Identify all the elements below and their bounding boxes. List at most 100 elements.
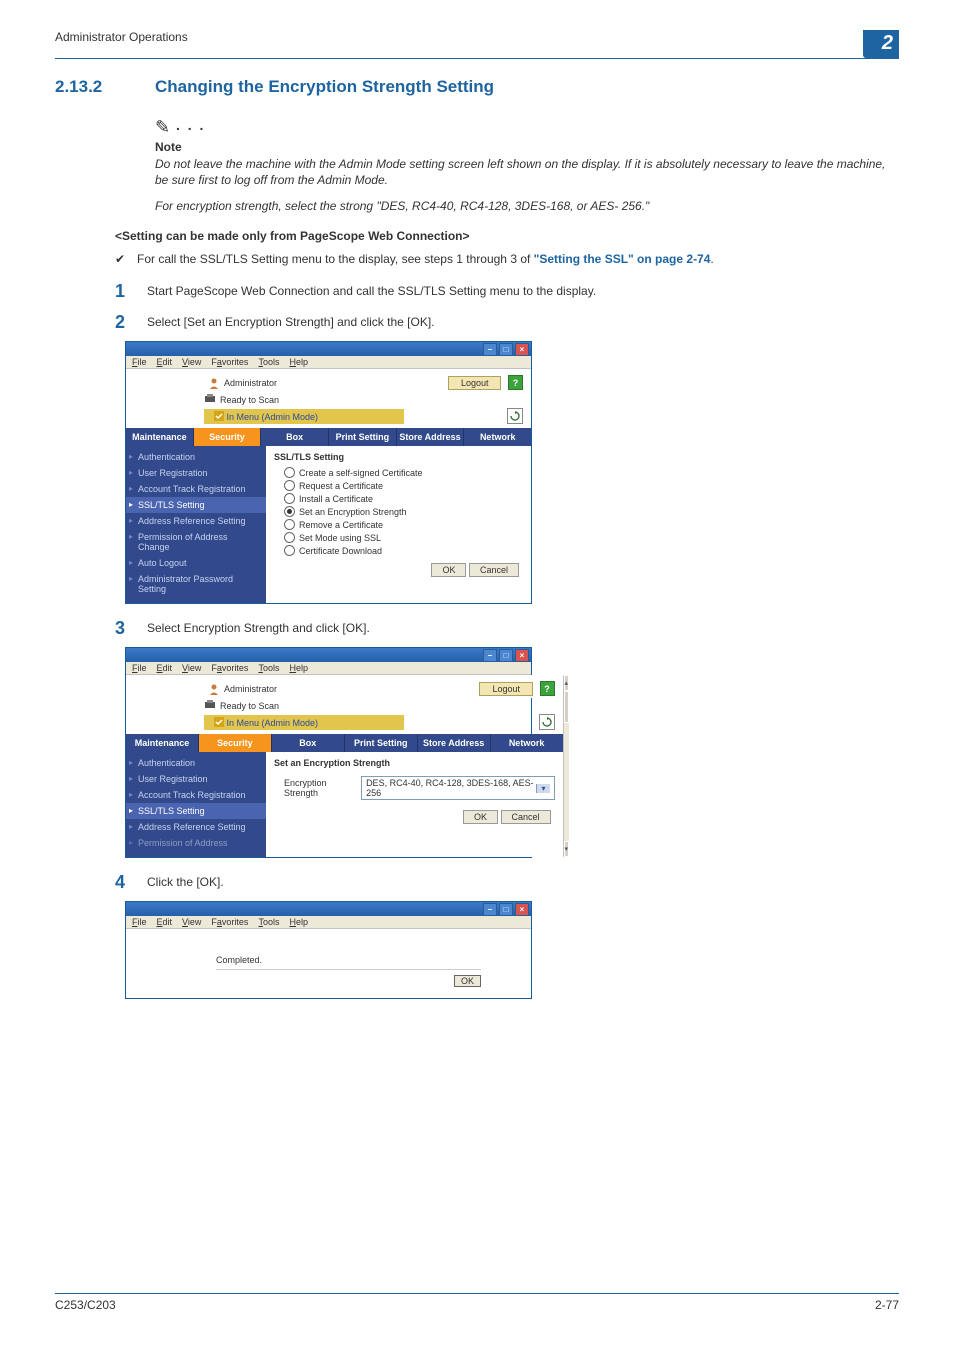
- menu-favorites[interactable]: Favorites: [211, 357, 248, 367]
- tab-store-address[interactable]: Store Address: [397, 428, 465, 446]
- menu-favorites[interactable]: Favorites: [211, 663, 248, 673]
- radio-remove-cert[interactable]: [284, 519, 295, 530]
- help-icon[interactable]: ?: [508, 375, 523, 390]
- sidebar-user-registration[interactable]: User Registration: [126, 771, 266, 787]
- minimize-icon[interactable]: –: [483, 649, 497, 662]
- tab-security[interactable]: Security: [194, 428, 262, 446]
- sidebar-authentication[interactable]: Authentication: [126, 755, 266, 771]
- chevron-down-icon: ▾: [536, 784, 549, 793]
- encryption-strength-label: Encryption Strength: [284, 778, 353, 798]
- admin-label: Administrator: [224, 378, 277, 388]
- tab-network[interactable]: Network: [491, 734, 563, 752]
- page-header: Administrator Operations: [55, 30, 188, 48]
- chapter-number-badge: 2: [863, 30, 899, 58]
- ok-button[interactable]: OK: [454, 975, 481, 987]
- step-number-1: 1: [115, 281, 147, 302]
- menu-help[interactable]: Help: [289, 663, 308, 673]
- close-icon[interactable]: ×: [515, 649, 529, 662]
- menu-favorites[interactable]: Favorites: [211, 917, 248, 927]
- section-heading: 2.13.2Changing the Encryption Strength S…: [55, 77, 899, 97]
- sidebar-permission-address-partial[interactable]: Permission of Address: [126, 835, 266, 851]
- tab-security[interactable]: Security: [199, 734, 272, 752]
- radio-create-cert[interactable]: [284, 467, 295, 478]
- encryption-strength-dropdown[interactable]: DES, RC4-40, RC4-128, 3DES-168, AES-256 …: [361, 776, 554, 800]
- status-ready: Ready to Scan: [220, 701, 279, 711]
- link-setting-ssl[interactable]: "Setting the SSL" on page 2-74: [534, 252, 711, 266]
- maximize-icon[interactable]: □: [499, 343, 513, 356]
- panel-title-set-encryption: Set an Encryption Strength: [274, 758, 555, 768]
- browser-menu-bar: File Edit View Favorites Tools Help: [126, 662, 531, 675]
- scrollbar[interactable]: ▴ ▾: [563, 675, 570, 857]
- ok-button[interactable]: OK: [431, 563, 466, 577]
- logout-button[interactable]: Logout: [479, 682, 533, 696]
- menu-tools[interactable]: Tools: [258, 917, 279, 927]
- menu-tools[interactable]: Tools: [258, 357, 279, 367]
- scroll-thumb[interactable]: [564, 691, 570, 723]
- menu-view[interactable]: View: [182, 357, 201, 367]
- minimize-icon[interactable]: –: [483, 343, 497, 356]
- sidebar-authentication[interactable]: Authentication: [126, 449, 266, 465]
- tab-maintenance[interactable]: Maintenance: [126, 428, 194, 446]
- radio-set-encryption[interactable]: [284, 506, 295, 517]
- tab-box[interactable]: Box: [272, 734, 345, 752]
- sidebar-permission-address[interactable]: Permission of Address Change: [126, 529, 266, 555]
- step-text-2: Select [Set an Encryption Strength] and …: [147, 312, 434, 329]
- help-icon[interactable]: ?: [540, 681, 555, 696]
- radio-install-cert[interactable]: [284, 493, 295, 504]
- step-number-3: 3: [115, 618, 147, 639]
- pencil-icon: ✎: [155, 117, 170, 137]
- step-number-2: 2: [115, 312, 147, 333]
- tab-network[interactable]: Network: [464, 428, 531, 446]
- note-dots: . . .: [170, 117, 205, 133]
- logout-button[interactable]: Logout: [448, 376, 502, 390]
- tab-store-address[interactable]: Store Address: [418, 734, 491, 752]
- sidebar-auto-logout[interactable]: Auto Logout: [126, 555, 266, 571]
- radio-set-mode-ssl[interactable]: [284, 532, 295, 543]
- sidebar-address-reference[interactable]: Address Reference Setting: [126, 819, 266, 835]
- menu-view[interactable]: View: [182, 917, 201, 927]
- admin-label: Administrator: [224, 684, 277, 694]
- note-paragraph-1: Do not leave the machine with the Admin …: [155, 156, 899, 188]
- menu-file[interactable]: File: [132, 917, 147, 927]
- sidebar-address-reference[interactable]: Address Reference Setting: [126, 513, 266, 529]
- sidebar-ssl-tls[interactable]: SSL/TLS Setting: [126, 803, 266, 819]
- tab-print-setting[interactable]: Print Setting: [345, 734, 418, 752]
- tab-maintenance[interactable]: Maintenance: [126, 734, 199, 752]
- close-icon[interactable]: ×: [515, 903, 529, 916]
- menu-help[interactable]: Help: [289, 357, 308, 367]
- tab-print-setting[interactable]: Print Setting: [329, 428, 397, 446]
- sidebar-admin-password[interactable]: Administrator Password Setting: [126, 571, 266, 597]
- menu-file[interactable]: File: [132, 357, 147, 367]
- radio-request-cert[interactable]: [284, 480, 295, 491]
- minimize-icon[interactable]: –: [483, 903, 497, 916]
- sidebar-account-track[interactable]: Account Track Registration: [126, 787, 266, 803]
- browser-menu-bar: File Edit View Favorites Tools Help: [126, 916, 531, 929]
- scroll-down-icon[interactable]: ▾: [564, 841, 570, 857]
- menu-tools[interactable]: Tools: [258, 663, 279, 673]
- menu-edit[interactable]: Edit: [157, 917, 173, 927]
- step-text-3: Select Encryption Strength and click [OK…: [147, 618, 370, 635]
- maximize-icon[interactable]: □: [499, 649, 513, 662]
- sidebar-account-track[interactable]: Account Track Registration: [126, 481, 266, 497]
- panel-title-ssl: SSL/TLS Setting: [274, 452, 523, 462]
- menu-file[interactable]: File: [132, 663, 147, 673]
- person-icon: [208, 683, 220, 695]
- sidebar-user-registration[interactable]: User Registration: [126, 465, 266, 481]
- menu-edit[interactable]: Edit: [157, 663, 173, 673]
- close-icon[interactable]: ×: [515, 343, 529, 356]
- refresh-icon[interactable]: [539, 714, 555, 730]
- refresh-icon[interactable]: [507, 408, 523, 424]
- radio-cert-download[interactable]: [284, 545, 295, 556]
- menu-edit[interactable]: Edit: [157, 357, 173, 367]
- ok-button[interactable]: OK: [463, 810, 498, 824]
- cancel-button[interactable]: Cancel: [501, 810, 551, 824]
- maximize-icon[interactable]: □: [499, 903, 513, 916]
- sidebar-ssl-tls[interactable]: SSL/TLS Setting: [126, 497, 266, 513]
- cancel-button[interactable]: Cancel: [469, 563, 519, 577]
- scroll-up-icon[interactable]: ▴: [564, 675, 570, 691]
- footer-model: C253/C203: [55, 1298, 116, 1312]
- menu-help[interactable]: Help: [289, 917, 308, 927]
- menu-view[interactable]: View: [182, 663, 201, 673]
- status-mode: In Menu (Admin Mode): [204, 715, 404, 730]
- tab-box[interactable]: Box: [261, 428, 329, 446]
